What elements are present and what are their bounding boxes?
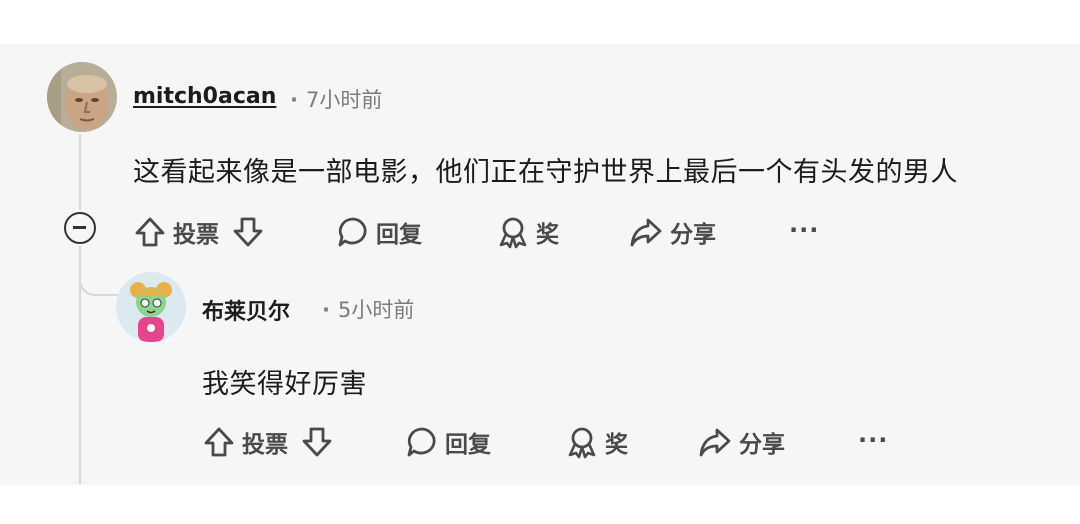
- reply-button[interactable]: 回复: [405, 422, 491, 462]
- username[interactable]: 布莱贝尔: [202, 294, 290, 326]
- timestamp: · 7小时前: [290, 88, 383, 112]
- comment-body: 我笑得好厉害: [202, 369, 367, 400]
- thread-line[interactable]: [79, 134, 81, 210]
- timestamp-text: 7小时前: [305, 88, 383, 112]
- upvote-icon[interactable]: [133, 215, 167, 249]
- vote-label: 投票: [242, 432, 288, 458]
- award-icon: [496, 215, 530, 249]
- award-button[interactable]: 奖: [565, 422, 628, 462]
- share-label: 分享: [670, 222, 716, 248]
- more-options-button[interactable]: ···: [789, 216, 819, 244]
- share-button[interactable]: 分享: [628, 212, 716, 252]
- comment-body: 这看起来像是一部电影，他们正在守护世界上最后一个有头发的男人: [133, 157, 958, 188]
- downvote-icon[interactable]: [300, 425, 334, 459]
- more-options-button[interactable]: ···: [858, 426, 888, 454]
- avatar[interactable]: [47, 62, 117, 132]
- share-arrow-icon: [697, 425, 733, 459]
- comment-bubble-icon: [336, 215, 370, 249]
- share-label: 分享: [739, 432, 785, 458]
- share-arrow-icon: [628, 215, 664, 249]
- timestamp-text: 5小时前: [337, 298, 415, 322]
- award-button[interactable]: 奖: [496, 212, 559, 252]
- award-label: 奖: [536, 222, 559, 248]
- vote-group: 投票: [133, 212, 265, 252]
- comment-panel: [0, 44, 1080, 485]
- thread-connector: [79, 262, 119, 296]
- downvote-icon[interactable]: [231, 215, 265, 249]
- comment-bubble-icon: [405, 425, 439, 459]
- reply-label: 回复: [376, 222, 422, 248]
- reply-label: 回复: [445, 432, 491, 458]
- vote-label: 投票: [173, 222, 219, 248]
- award-icon: [565, 425, 599, 459]
- vote-group: 投票: [202, 422, 334, 462]
- username[interactable]: mitch0acan: [133, 84, 276, 109]
- reply-button[interactable]: 回复: [336, 212, 422, 252]
- avatar[interactable]: [116, 272, 186, 342]
- upvote-icon[interactable]: [202, 425, 236, 459]
- collapse-thread-button[interactable]: [64, 212, 96, 244]
- timestamp: · 5小时前: [322, 298, 415, 322]
- award-label: 奖: [605, 432, 628, 458]
- share-button[interactable]: 分享: [697, 422, 785, 462]
